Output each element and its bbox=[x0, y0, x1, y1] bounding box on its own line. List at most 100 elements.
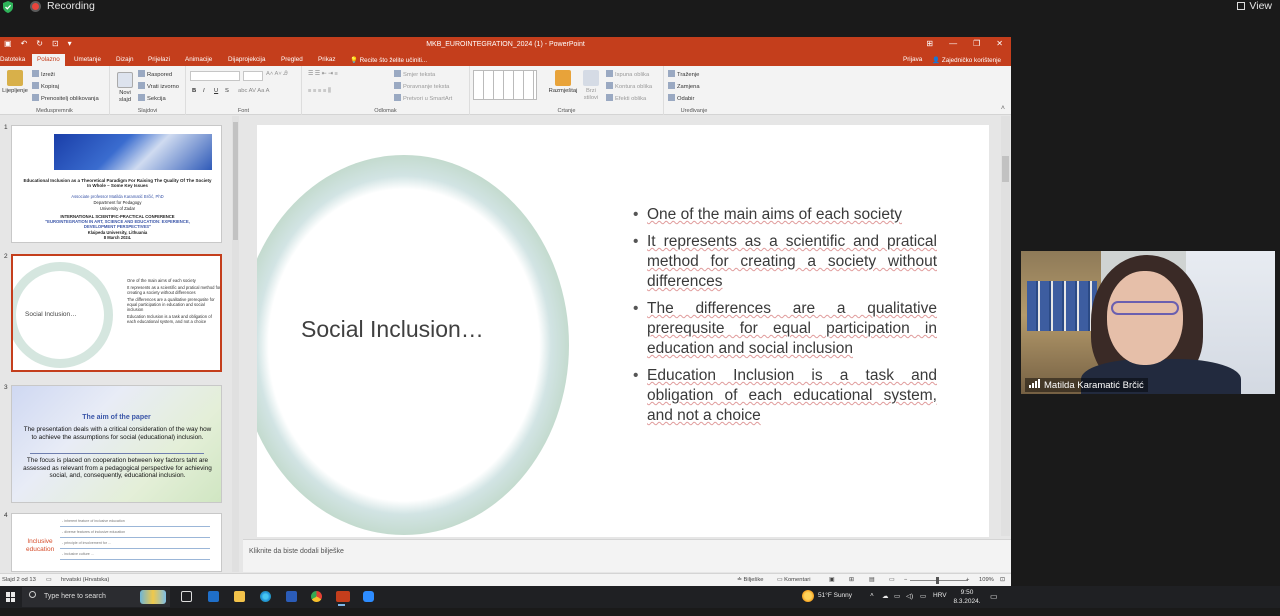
tab-design[interactable]: Dizajn bbox=[116, 56, 134, 63]
font-size-input[interactable] bbox=[243, 71, 263, 81]
cloud-icon[interactable]: ☁ bbox=[882, 592, 889, 600]
paste-button[interactable]: Lijepljenje bbox=[2, 70, 28, 94]
language-indicator[interactable]: hrvatski (Hrvatska) bbox=[61, 577, 109, 583]
scrollbar-thumb[interactable] bbox=[233, 122, 238, 240]
weather-text[interactable]: 51°F Sunny bbox=[818, 592, 852, 599]
slide-thumbnail-1[interactable]: Educational Inclusion as a Theoretical P… bbox=[11, 125, 222, 243]
tell-me-box[interactable]: 💡 Recite što želite učiniti... bbox=[350, 56, 427, 64]
windows-start-icon[interactable] bbox=[6, 592, 16, 602]
minimize-icon[interactable]: — bbox=[949, 39, 957, 48]
thumbnails-scrollbar[interactable] bbox=[232, 116, 239, 572]
tab-file[interactable]: Datoteka bbox=[0, 56, 25, 63]
reset-button[interactable]: Vrati izvorno bbox=[138, 82, 179, 90]
slide-thumbnail-3[interactable]: The aim of the paper The presentation de… bbox=[11, 385, 222, 503]
zoom-slider-knob[interactable] bbox=[936, 577, 939, 584]
zoom-slider[interactable] bbox=[910, 580, 968, 581]
tab-view[interactable]: Prikaz bbox=[318, 56, 336, 63]
quick-styles-button[interactable]: Brzi stilovi bbox=[580, 70, 602, 102]
language-indicator[interactable]: HRV bbox=[933, 592, 947, 599]
slide-bullets[interactable]: One of the main aims of each society It … bbox=[633, 205, 937, 433]
slide-sorter-icon[interactable]: ⊞ bbox=[849, 577, 854, 583]
align-icons[interactable]: ≡ ≡ ≡ ≡ ⫼ bbox=[308, 88, 331, 95]
font-name-box[interactable] bbox=[190, 71, 240, 83]
normal-view-icon[interactable]: ▣ bbox=[829, 577, 834, 583]
underline-button[interactable]: U bbox=[214, 88, 218, 94]
tab-transitions[interactable]: Prijelazi bbox=[148, 56, 170, 63]
notifications-icon[interactable]: ▭ bbox=[990, 592, 998, 601]
cut-button[interactable]: Izreži bbox=[32, 70, 55, 78]
zoom-out-icon[interactable]: − bbox=[904, 577, 907, 583]
bullets-icon[interactable]: ☰ ☰ ⇤ ⇥ ≡ bbox=[308, 71, 338, 77]
tray-chevron-icon[interactable]: ˄ bbox=[870, 592, 874, 599]
zoom-in-icon[interactable]: + bbox=[966, 577, 969, 583]
arrange-button[interactable]: Razmještaj bbox=[548, 70, 578, 95]
smartart-button[interactable]: Pretvori u SmartArt bbox=[394, 94, 452, 102]
zoom-level[interactable]: 109% bbox=[979, 577, 994, 583]
tab-slideshow[interactable]: Dijaprojekcija bbox=[228, 56, 265, 63]
shape-outline-button[interactable]: Kontura oblika bbox=[606, 82, 652, 90]
tab-animations[interactable]: Animacije bbox=[185, 56, 212, 63]
taskbar-search[interactable]: Type here to search bbox=[22, 587, 170, 607]
shape-effects-button[interactable]: Efekti oblika bbox=[606, 94, 646, 102]
participant-video[interactable]: Matilda Karamatić Brčić bbox=[1021, 251, 1275, 394]
tab-review[interactable]: Pregled bbox=[281, 56, 303, 63]
font-name-input[interactable] bbox=[190, 71, 240, 81]
font-color-icon[interactable]: abc AV Aa A bbox=[238, 88, 269, 94]
close-icon[interactable]: ✕ bbox=[996, 39, 1003, 48]
section-button[interactable]: Sekcija bbox=[138, 94, 166, 102]
comments-button[interactable]: ▭ Komentari bbox=[777, 577, 811, 583]
sign-in-link[interactable]: Prijava bbox=[903, 56, 922, 64]
battery-icon[interactable]: ▭ bbox=[920, 592, 926, 600]
copy-button[interactable]: Kopiraj bbox=[32, 82, 59, 90]
italic-button[interactable]: I bbox=[203, 88, 205, 94]
bold-button[interactable]: B bbox=[192, 88, 196, 94]
reading-view-icon[interactable]: ▤ bbox=[869, 577, 874, 583]
tab-home[interactable]: Polazno bbox=[32, 54, 65, 66]
align-text-button[interactable]: Poravnanje teksta bbox=[394, 82, 449, 90]
grow-font-icon[interactable]: A˄ A˅ Ꭿ bbox=[266, 71, 288, 78]
clock[interactable]: 9:50 8.3.2024. bbox=[952, 588, 982, 606]
slide-title[interactable]: Social Inclusion… bbox=[301, 316, 484, 343]
slide-thumbnail-2[interactable]: Social Inclusion… One of the main aims o… bbox=[11, 254, 222, 372]
select-button[interactable]: Odabir bbox=[668, 94, 694, 102]
shadow-button[interactable]: S bbox=[225, 88, 229, 94]
copy-icon bbox=[32, 82, 39, 89]
collapse-ribbon-icon[interactable]: ˄ bbox=[1001, 105, 1005, 112]
layout-button[interactable]: Raspored bbox=[138, 70, 172, 78]
font-size-box[interactable] bbox=[243, 71, 263, 83]
file-explorer-icon[interactable] bbox=[234, 591, 245, 602]
powerpoint-icon[interactable] bbox=[336, 591, 350, 606]
task-view-icon[interactable] bbox=[181, 591, 192, 602]
network-icon[interactable]: ▭ bbox=[894, 592, 900, 600]
editing-group: Traženje Zamjena Odabir Uređivanje bbox=[664, 66, 724, 115]
slide-thumbnail-4[interactable]: Inclusive education - inherent feature o… bbox=[11, 513, 222, 572]
share-button[interactable]: 👤 Zajedničko korištenje bbox=[932, 56, 1001, 64]
find-button[interactable]: Traženje bbox=[668, 70, 699, 78]
ribbon-display-icon[interactable]: ⊞ bbox=[926, 39, 933, 48]
shapes-gallery[interactable] bbox=[473, 70, 537, 100]
tab-insert[interactable]: Umetanje bbox=[74, 56, 101, 63]
slideshow-view-icon[interactable]: ▭ bbox=[889, 577, 894, 583]
fit-slide-icon[interactable]: ⊡ bbox=[1000, 577, 1005, 583]
spellcheck-icon[interactable]: ▭ bbox=[46, 577, 51, 583]
replace-button[interactable]: Zamjena bbox=[668, 82, 700, 90]
shape-fill-button[interactable]: Ispuna oblika bbox=[606, 70, 649, 78]
restore-icon[interactable]: ❐ bbox=[973, 39, 980, 48]
new-slide-button[interactable]: Novi slajd bbox=[114, 72, 136, 104]
thumb-number: 2 bbox=[4, 253, 8, 260]
notes-pane[interactable]: Kliknite da biste dodali bilješke bbox=[243, 539, 1011, 572]
format-painter-button[interactable]: Prenositelj oblikovanja bbox=[32, 94, 99, 102]
zoom-icon[interactable] bbox=[363, 591, 374, 602]
edge-icon[interactable] bbox=[260, 591, 271, 602]
current-slide[interactable]: Social Inclusion… One of the main aims o… bbox=[257, 125, 989, 537]
thumb4-line: - principle of involvement for ... bbox=[62, 541, 111, 545]
chrome-icon[interactable] bbox=[311, 591, 322, 602]
scrollbar-thumb[interactable] bbox=[1002, 156, 1009, 182]
view-button[interactable]: View bbox=[1237, 0, 1272, 12]
text-direction-button[interactable]: Smjer teksta bbox=[394, 70, 435, 78]
slide-scrollbar[interactable] bbox=[1001, 116, 1010, 536]
notes-button[interactable]: ≐ Bilješke bbox=[737, 577, 763, 583]
word-icon[interactable] bbox=[286, 591, 297, 602]
outlook-icon[interactable] bbox=[208, 591, 219, 602]
volume-icon[interactable]: ◁) bbox=[906, 592, 913, 600]
